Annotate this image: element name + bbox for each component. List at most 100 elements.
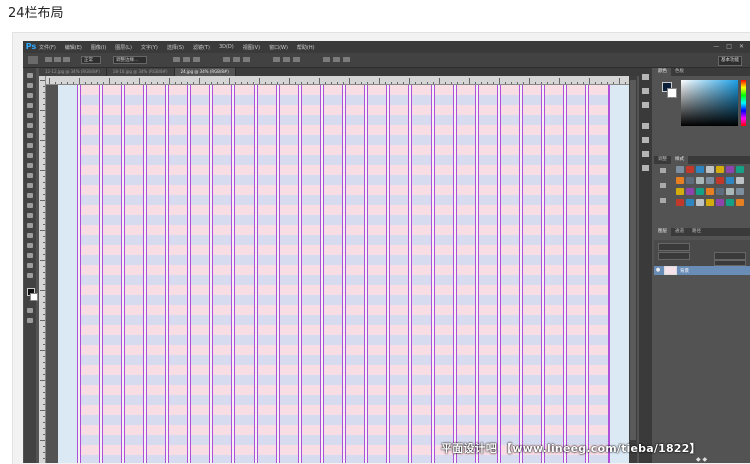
- column-guide[interactable]: [99, 85, 100, 463]
- style-swatch[interactable]: [726, 177, 734, 184]
- screen-mode-icon[interactable]: [27, 318, 33, 323]
- eye-icon[interactable]: ●: [654, 266, 662, 275]
- menu-filter[interactable]: 滤镜(T): [193, 44, 210, 51]
- style-swatch[interactable]: [696, 166, 704, 173]
- hand-tool-icon[interactable]: [27, 253, 33, 258]
- 3d-mode-icon[interactable]: [323, 57, 330, 62]
- column-guide[interactable]: [342, 85, 343, 463]
- column-guide[interactable]: [519, 85, 520, 463]
- column-guide[interactable]: [254, 85, 255, 463]
- style-swatch[interactable]: [726, 166, 734, 173]
- brush-tool-icon[interactable]: [27, 143, 33, 148]
- tab-document-2[interactable]: 18-10.jpg @ 34% (RGB/8#): [106, 68, 175, 76]
- column-guide[interactable]: [389, 85, 390, 463]
- margin-guide[interactable]: [609, 85, 610, 463]
- column-guide[interactable]: [80, 85, 81, 463]
- column-guide[interactable]: [478, 85, 479, 463]
- maximize-icon[interactable]: □: [726, 41, 732, 53]
- column-guide[interactable]: [276, 85, 277, 463]
- column-guide[interactable]: [168, 85, 169, 463]
- column-guide[interactable]: [453, 85, 454, 463]
- column-guide[interactable]: [146, 85, 147, 463]
- style-grid-icon[interactable]: [660, 198, 666, 203]
- style-swatch[interactable]: [706, 177, 714, 184]
- margin-guide[interactable]: [77, 85, 78, 463]
- column-guide[interactable]: [301, 85, 302, 463]
- color-field[interactable]: [681, 80, 738, 126]
- history-brush-icon[interactable]: [27, 163, 33, 168]
- column-guide[interactable]: [563, 85, 564, 463]
- column-guide[interactable]: [320, 85, 321, 463]
- character-icon[interactable]: [642, 123, 649, 129]
- refine-edge-button[interactable]: 调整边缘...: [113, 56, 147, 64]
- style-select[interactable]: 正常: [81, 56, 101, 64]
- column-guide[interactable]: [298, 85, 299, 463]
- tab-channels[interactable]: 通道: [671, 228, 688, 236]
- zoom-tool-icon[interactable]: [27, 263, 33, 268]
- column-guide[interactable]: [102, 85, 103, 463]
- marquee-tool-icon[interactable]: [27, 83, 33, 88]
- column-guide[interactable]: [434, 85, 435, 463]
- column-guide[interactable]: [588, 85, 589, 463]
- vertical-ruler[interactable]: [39, 76, 46, 463]
- vertical-scrollbar[interactable]: [629, 76, 637, 463]
- style-swatch[interactable]: [676, 199, 684, 206]
- style-swatch[interactable]: [716, 177, 724, 184]
- clone-source-icon[interactable]: [642, 165, 649, 171]
- align-right-icon[interactable]: [243, 57, 250, 62]
- style-swatch[interactable]: [726, 188, 734, 195]
- menu-type[interactable]: 文字(Y): [141, 44, 158, 51]
- column-guide[interactable]: [190, 85, 191, 463]
- column-guide[interactable]: [367, 85, 368, 463]
- menu-select[interactable]: 选择(S): [167, 44, 184, 51]
- pen-tool-icon[interactable]: [27, 213, 33, 218]
- column-guide[interactable]: [124, 85, 125, 463]
- column-guide[interactable]: [585, 85, 586, 463]
- healing-brush-icon[interactable]: [27, 133, 33, 138]
- lasso-tool-icon[interactable]: [27, 93, 33, 98]
- style-list-icon[interactable]: [660, 183, 666, 188]
- move-tool-icon[interactable]: [27, 73, 33, 78]
- menu-3d[interactable]: 3D(D): [219, 44, 234, 50]
- column-guide[interactable]: [121, 85, 122, 463]
- style-swatch[interactable]: [706, 199, 714, 206]
- shape-tool-icon[interactable]: [27, 243, 33, 248]
- column-guide[interactable]: [323, 85, 324, 463]
- menu-help[interactable]: 帮助(H): [297, 44, 315, 51]
- style-swatch[interactable]: [726, 199, 734, 206]
- crop-tool-icon[interactable]: [27, 113, 33, 118]
- opacity-field[interactable]: [714, 252, 746, 260]
- column-guide[interactable]: [257, 85, 258, 463]
- hue-slider[interactable]: [741, 80, 746, 126]
- menu-layer[interactable]: 图层(L): [115, 44, 132, 51]
- column-guide[interactable]: [408, 85, 409, 463]
- column-guide[interactable]: [165, 85, 166, 463]
- column-guide[interactable]: [231, 85, 232, 463]
- blend-mode-select[interactable]: [658, 252, 690, 260]
- subtract-selection-icon[interactable]: [63, 57, 70, 62]
- brush-presets-icon[interactable]: [642, 151, 649, 157]
- paragraph-icon[interactable]: [642, 137, 649, 143]
- column-guide[interactable]: [566, 85, 567, 463]
- style-swatch[interactable]: [676, 177, 684, 184]
- menu-edit[interactable]: 编辑(E): [65, 44, 82, 51]
- style-swatch[interactable]: [716, 199, 724, 206]
- column-guide[interactable]: [500, 85, 501, 463]
- style-swatch[interactable]: [686, 177, 694, 184]
- column-guide[interactable]: [544, 85, 545, 463]
- menu-view[interactable]: 视图(V): [243, 44, 260, 51]
- background-color-swatch[interactable]: [667, 88, 677, 98]
- distribute-top-icon[interactable]: [273, 57, 280, 62]
- layer-row-background[interactable]: ● 背景: [654, 266, 750, 275]
- menu-window[interactable]: 窗口(W): [269, 44, 288, 51]
- marquee-tool-icon[interactable]: [28, 56, 38, 64]
- background-color-icon[interactable]: [30, 293, 38, 301]
- style-swatch[interactable]: [716, 188, 724, 195]
- add-selection-icon[interactable]: [54, 57, 61, 62]
- quick-mask-icon[interactable]: [27, 308, 33, 313]
- blur-tool-icon[interactable]: [27, 193, 33, 198]
- style-swatch[interactable]: [686, 166, 694, 173]
- document-canvas[interactable]: [58, 85, 629, 463]
- 3d-rotate-icon[interactable]: [333, 57, 340, 62]
- eraser-tool-icon[interactable]: [27, 173, 33, 178]
